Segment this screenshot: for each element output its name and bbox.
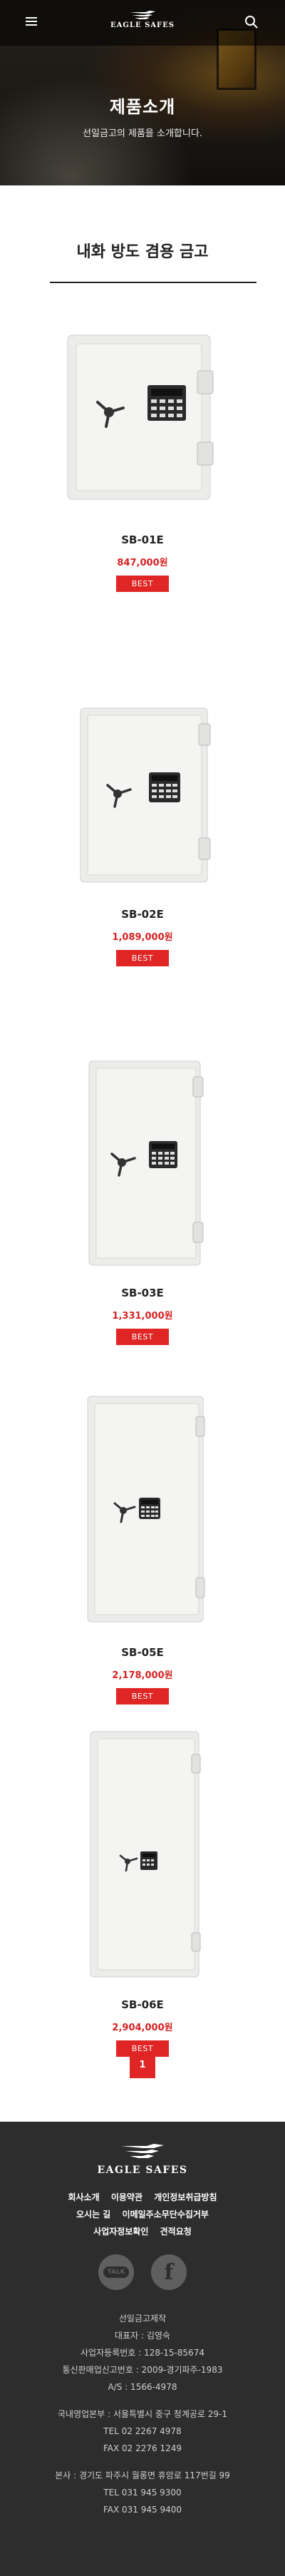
- company-info: 선일금고제작 대표자 : 김영숙 사업자등록번호 : 128-15-85674 …: [0, 2310, 285, 2518]
- product-price: 2,904,000원: [112, 2023, 173, 2033]
- eagle-wing-icon: [129, 11, 155, 19]
- footer-link-terms[interactable]: 이용약관: [111, 2192, 142, 2202]
- footer-link-company[interactable]: 회사소개: [68, 2192, 99, 2202]
- company-name: 선일금고제작: [118, 2314, 167, 2324]
- facebook-label: f: [164, 2259, 174, 2285]
- page-title: 제품소개: [109, 97, 176, 117]
- product-price: 1,089,000원: [112, 932, 173, 943]
- best-badge[interactable]: BEST: [115, 576, 170, 592]
- kakaotalk-label: TALK: [103, 2266, 129, 2278]
- product-image[interactable]: [0, 1391, 285, 1626]
- product-image[interactable]: [0, 1726, 285, 1983]
- product-image[interactable]: [0, 702, 285, 888]
- hq-fax: FAX 031 945 9400: [103, 2505, 182, 2515]
- product-image[interactable]: [0, 328, 285, 506]
- header-logo[interactable]: EAGLE SAFES: [110, 10, 175, 29]
- footer-link-directions[interactable]: 오시는 길: [76, 2209, 110, 2219]
- product-name[interactable]: SB-03E: [0, 1287, 285, 1299]
- product-price: 2,178,000원: [112, 1670, 173, 1681]
- product-card[interactable]: SB-05E 2,178,000원 BEST: [0, 1391, 285, 1704]
- sales-office-tel: TEL 02 2267 4978: [103, 2426, 182, 2436]
- as-phone: A/S : 1566-4978: [108, 2382, 177, 2392]
- pagination-page-1[interactable]: 1: [130, 2053, 155, 2078]
- sales-office-address: 국내영업본부 : 서울특별시 중구 청계공로 29-1: [57, 2409, 228, 2419]
- footer-link-quote-request[interactable]: 견적요청: [160, 2227, 192, 2237]
- product-card[interactable]: SB-03E 1,331,000원 BEST: [0, 1056, 285, 1345]
- business-number: 사업자등록번호 : 128-15-85674: [81, 2348, 204, 2358]
- sales-office-fax: FAX 02 2276 1249: [103, 2443, 182, 2453]
- product-price: 1,331,000원: [112, 1311, 173, 1322]
- product-card[interactable]: SB-06E 2,904,000원 BEST: [0, 1726, 285, 2057]
- best-badge[interactable]: BEST: [115, 1688, 170, 1704]
- ceo-name: 대표자 : 김영숙: [115, 2331, 170, 2341]
- top-header: EAGLE SAFES: [0, 0, 285, 46]
- product-name[interactable]: SB-01E: [0, 533, 285, 546]
- footer-link-email-policy[interactable]: 이메일주소무단수집거부: [123, 2209, 209, 2219]
- category-title: 내화 방도 겸용 금고: [76, 243, 209, 261]
- footer-links: 회사소개 이용약관 개인정보취급방침 오시는 길 이메일주소무단수집거부 사업자…: [0, 2189, 285, 2240]
- best-badge[interactable]: BEST: [115, 1329, 170, 1345]
- facebook-icon[interactable]: f: [151, 2254, 187, 2290]
- hamburger-menu-icon[interactable]: [26, 17, 37, 26]
- eagle-wing-icon: [121, 2144, 164, 2158]
- footer-logo[interactable]: EAGLE SAFES: [0, 2143, 285, 2176]
- best-badge[interactable]: BEST: [115, 950, 170, 966]
- product-card[interactable]: SB-01E 847,000원 BEST: [0, 328, 285, 592]
- product-image[interactable]: [0, 1056, 285, 1269]
- page-subtitle: 선일금고의 제품을 소개합니다.: [83, 128, 202, 139]
- kakaotalk-icon[interactable]: TALK: [98, 2254, 134, 2290]
- product-price: 847,000원: [117, 558, 168, 568]
- site-footer: EAGLE SAFES 회사소개 이용약관 개인정보취급방침 오시는 길 이메일…: [0, 2122, 285, 2576]
- social-links: TALK f: [0, 2254, 285, 2290]
- footer-logo-text: EAGLE SAFES: [97, 2164, 188, 2176]
- product-name[interactable]: SB-02E: [0, 908, 285, 921]
- header-logo-text: EAGLE SAFES: [110, 21, 175, 29]
- footer-link-business-info[interactable]: 사업자정보확인: [93, 2227, 148, 2237]
- ecommerce-number: 통신판매업신고번호 : 2009-경기파주-1983: [62, 2365, 223, 2375]
- product-name[interactable]: SB-06E: [0, 1998, 285, 2011]
- hq-address: 본사 : 경기도 파주시 월롱면 휴암로 117번길 99: [55, 2470, 230, 2480]
- product-card[interactable]: SB-02E 1,089,000원 BEST: [0, 702, 285, 966]
- product-name[interactable]: SB-05E: [0, 1646, 285, 1659]
- category-divider: [50, 282, 256, 283]
- footer-link-privacy[interactable]: 개인정보취급방침: [154, 2192, 217, 2202]
- search-icon[interactable]: [244, 14, 259, 30]
- hq-tel: TEL 031 945 9300: [103, 2488, 182, 2498]
